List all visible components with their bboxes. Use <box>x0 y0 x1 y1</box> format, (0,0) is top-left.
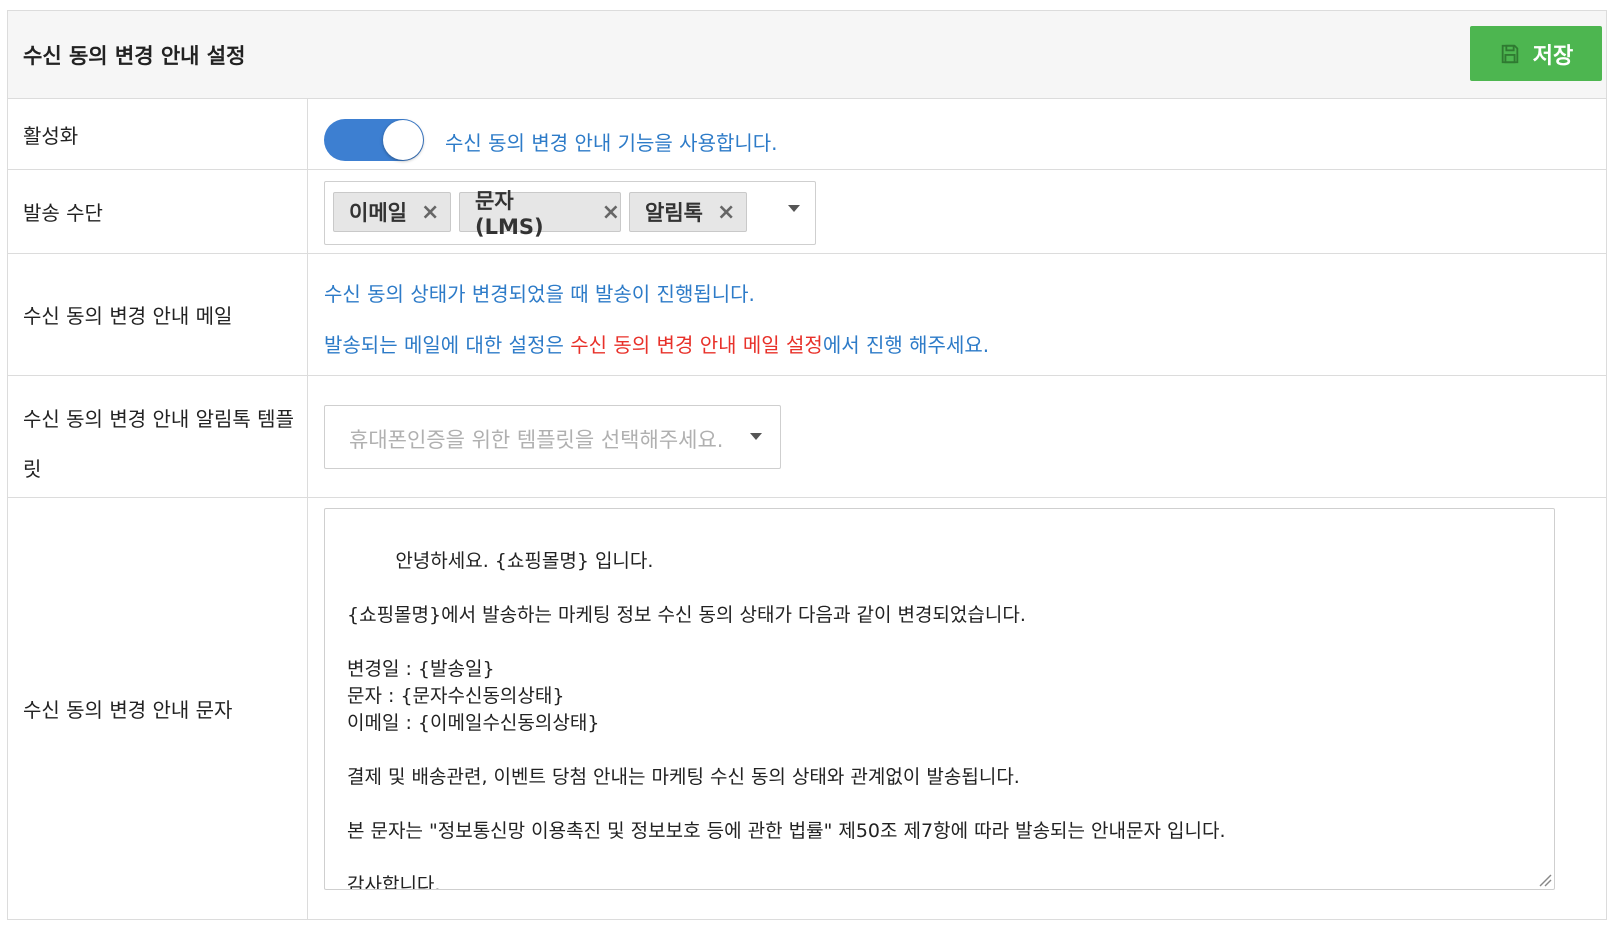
alimtalk-template-select[interactable]: 휴대폰인증을 위한 템플릿을 선택해주세요. <box>324 405 781 469</box>
floppy-disk-icon <box>1501 44 1518 63</box>
activation-toggle[interactable] <box>324 119 424 161</box>
row-email: 수신 동의 변경 안내 메일 수신 동의 상태가 변경되었을 때 발송이 진행됩… <box>8 254 1606 376</box>
tag-label: 문자 (LMS) <box>475 189 544 239</box>
tag-alimtalk: 알림톡 × <box>629 192 747 232</box>
tag-label: 알림톡 <box>645 201 703 225</box>
email-info-prefix: 발송되는 메일에 대한 설정은 <box>324 333 571 357</box>
send-method-multiselect[interactable]: 이메일 × 문자 (LMS) × 알림톡 × <box>324 181 816 245</box>
row-label-send-method: 발송 수단 <box>8 170 308 253</box>
email-info-line-1: 수신 동의 상태가 변경되었을 때 발송이 진행됩니다. <box>324 282 755 306</box>
page-title: 수신 동의 변경 안내 설정 <box>23 44 246 68</box>
row-activation: 활성화 수신 동의 변경 안내 기능을 사용합니다. <box>8 99 1606 170</box>
tag-email: 이메일 × <box>333 192 451 232</box>
settings-panel: 수신 동의 변경 안내 설정 저장 활성화 수신 동의 변경 안내 기능을 사용… <box>7 10 1607 920</box>
save-button[interactable]: 저장 <box>1470 26 1602 81</box>
activation-description: 수신 동의 변경 안내 기능을 사용합니다. <box>445 131 778 155</box>
row-label-sms: 수신 동의 변경 안내 문자 <box>8 498 308 919</box>
close-icon[interactable]: × <box>717 200 735 225</box>
chevron-down-icon[interactable] <box>788 205 800 212</box>
row-sms: 수신 동의 변경 안내 문자 안녕하세요. {쇼핑몰명} 입니다. {쇼핑몰명}… <box>8 498 1606 919</box>
row-alimtalk-template: 수신 동의 변경 안내 알림톡 템플릿 휴대폰인증을 위한 템플릿을 선택해주세… <box>8 376 1606 498</box>
save-button-label: 저장 <box>1532 43 1574 69</box>
email-info-suffix: 에서 진행 해주세요. <box>822 333 990 357</box>
sms-message-textarea[interactable]: 안녕하세요. {쇼핑몰명} 입니다. {쇼핑몰명}에서 발송하는 마케팅 정보 … <box>324 508 1555 890</box>
tag-sms-lms: 문자 (LMS) × <box>459 189 621 239</box>
close-icon[interactable]: × <box>421 200 439 225</box>
toggle-knob <box>383 120 423 160</box>
resize-handle-icon[interactable] <box>1538 873 1552 887</box>
select-placeholder: 휴대폰인증을 위한 템플릿을 선택해주세요. <box>349 428 724 452</box>
row-send-method: 발송 수단 이메일 × 문자 (LMS) × 알림톡 × <box>8 170 1606 254</box>
row-label-email: 수신 동의 변경 안내 메일 <box>8 254 308 375</box>
close-icon[interactable]: × <box>602 200 620 225</box>
chevron-down-icon <box>750 433 762 440</box>
row-label-alimtalk-template: 수신 동의 변경 안내 알림톡 템플릿 <box>8 376 308 497</box>
sms-message-text: 안녕하세요. {쇼핑몰명} 입니다. {쇼핑몰명}에서 발송하는 마케팅 정보 … <box>347 550 1226 890</box>
tag-label: 이메일 <box>349 201 407 225</box>
row-label-activation: 활성화 <box>8 99 308 169</box>
panel-header: 수신 동의 변경 안내 설정 저장 <box>8 11 1606 99</box>
email-info-line-2: 발송되는 메일에 대한 설정은 수신 동의 변경 안내 메일 설정에서 진행 해… <box>324 329 989 358</box>
email-settings-link[interactable]: 수신 동의 변경 안내 메일 설정 <box>570 333 823 357</box>
